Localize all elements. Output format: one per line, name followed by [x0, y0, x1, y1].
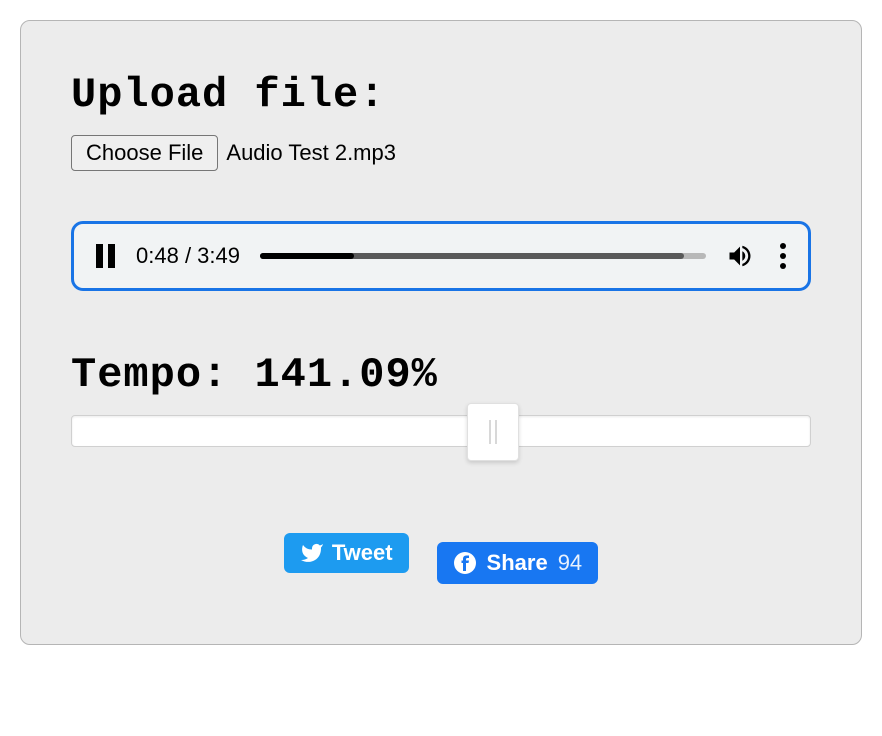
tempo-heading: Tempo: 141.09%: [71, 351, 811, 399]
social-buttons: Tweet Share 94: [71, 522, 811, 584]
current-time: 0:48: [136, 243, 179, 268]
tempo-slider[interactable]: [71, 415, 811, 447]
time-separator: /: [179, 243, 197, 268]
facebook-icon: [453, 551, 477, 575]
upload-panel: Upload file: Choose File Audio Test 2.mp…: [20, 20, 862, 645]
progress-bar[interactable]: [260, 253, 706, 259]
volume-icon[interactable]: [726, 242, 754, 270]
audio-player: 0:48 / 3:49: [71, 221, 811, 291]
file-input-row: Choose File Audio Test 2.mp3: [71, 135, 811, 171]
tweet-label: Tweet: [332, 540, 393, 566]
choose-file-button[interactable]: Choose File: [71, 135, 218, 171]
kebab-menu-icon[interactable]: [780, 243, 786, 269]
chosen-filename: Audio Test 2.mp3: [226, 140, 396, 166]
progress-played: [260, 253, 354, 259]
tweet-button[interactable]: Tweet: [284, 533, 409, 573]
duration: 3:49: [197, 243, 240, 268]
twitter-icon: [300, 541, 324, 565]
tempo-slider-thumb[interactable]: [467, 403, 519, 461]
tempo-label: Tempo:: [71, 351, 228, 399]
upload-heading: Upload file:: [71, 71, 811, 119]
tempo-slider-wrap: [71, 415, 811, 447]
time-display: 0:48 / 3:49: [136, 243, 240, 269]
tempo-value: 141.09%: [254, 351, 437, 399]
fb-share-count: 94: [558, 550, 582, 576]
pause-icon[interactable]: [96, 244, 116, 268]
fb-share-label: Share: [487, 550, 548, 576]
facebook-share-button[interactable]: Share 94: [437, 542, 599, 584]
